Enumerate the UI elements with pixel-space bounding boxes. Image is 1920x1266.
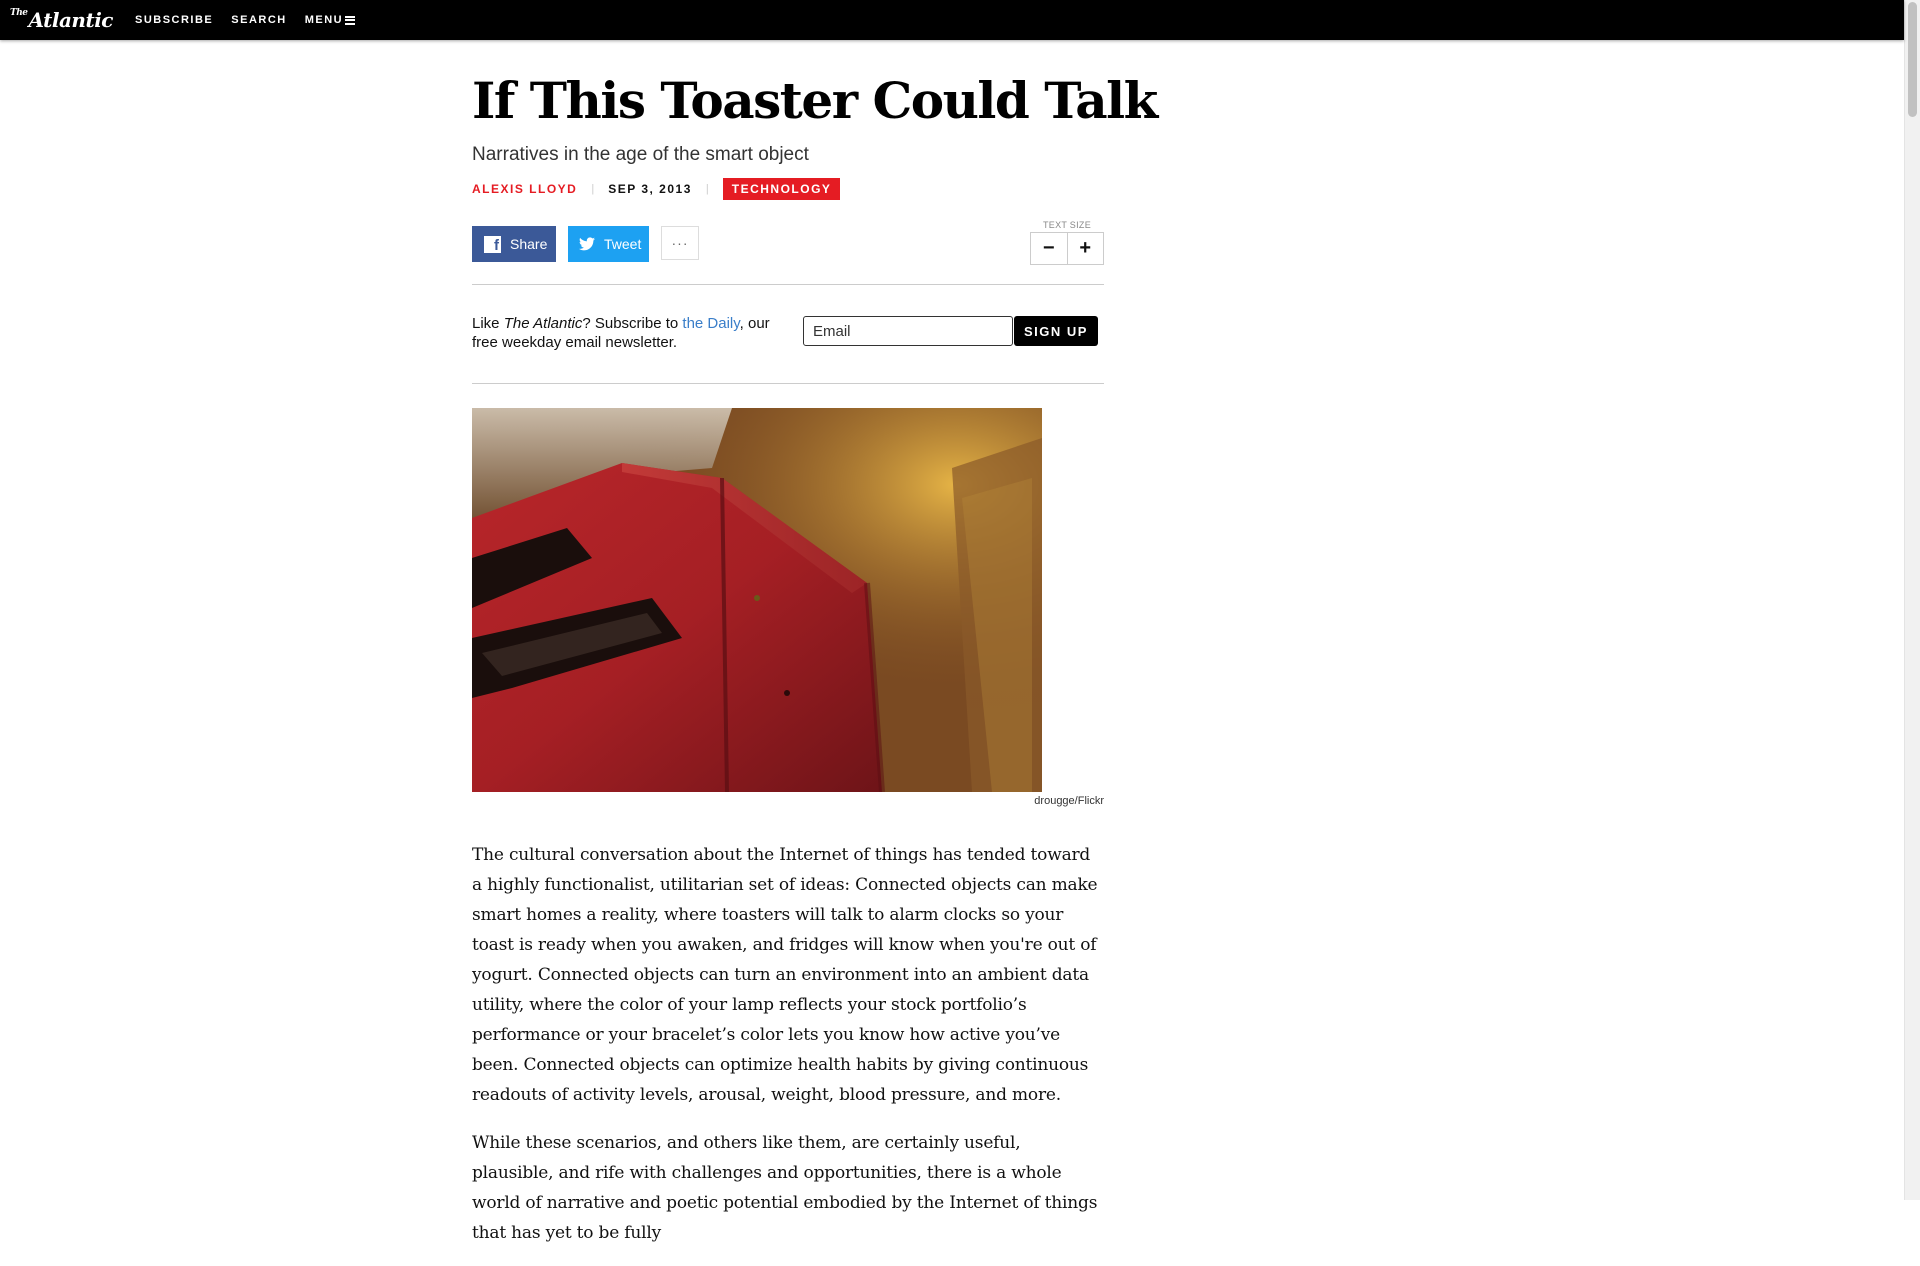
facebook-icon: f — [484, 235, 501, 253]
nav-menu-button[interactable]: MENU — [304, 14, 356, 26]
article-column: If This Toaster Could Talk Narratives in… — [472, 40, 1158, 1266]
newsletter-text-before: Like — [472, 315, 504, 332]
newsletter-signup-button[interactable]: SIGN UP — [1014, 316, 1098, 346]
nav-subscribe-link[interactable]: SUBSCRIBE — [135, 14, 213, 26]
more-share-options-button[interactable]: ··· — [661, 226, 699, 260]
image-credit: drougge/Flickr — [1034, 795, 1104, 807]
newsletter-prompt: Like The Atlantic? Subscribe to the Dail… — [472, 314, 792, 352]
nav-search-link[interactable]: SEARCH — [231, 14, 286, 26]
publish-date: SEP 3, 2013 — [608, 182, 692, 196]
lead-image-toaster — [472, 408, 1042, 792]
byline-divider: | — [705, 183, 709, 195]
twitter-tweet-label: Tweet — [604, 236, 642, 252]
section-badge[interactable]: TECHNOLOGY — [722, 178, 841, 200]
decrease-text-size-button[interactable]: − — [1031, 233, 1067, 264]
article-headline: If This Toaster Could Talk — [472, 71, 1158, 130]
facebook-share-button[interactable]: f Share — [472, 226, 556, 262]
author-link[interactable]: ALEXIS LLOYD — [472, 182, 577, 196]
article-dek: Narratives in the age of the smart objec… — [472, 144, 809, 165]
newsletter-email-input[interactable] — [803, 316, 1013, 346]
top-nav-bar: The Atlantic SUBSCRIBE SEARCH MENU — [0, 0, 1904, 40]
hamburger-icon — [345, 14, 356, 26]
logo-small-text: The — [10, 8, 28, 18]
text-size-label: TEXT SIZE — [1042, 220, 1092, 230]
toaster-photo — [472, 408, 1042, 792]
byline: ALEXIS LLOYD | SEP 3, 2013 | TECHNOLOGY — [472, 178, 1104, 200]
menu-label: MENU — [304, 14, 344, 26]
twitter-icon — [579, 237, 595, 251]
the-daily-link[interactable]: the Daily — [682, 315, 739, 332]
the-atlantic-logo[interactable]: The Atlantic — [10, 8, 113, 32]
newsletter-text-mid: ? Subscribe to — [582, 315, 683, 332]
newsletter-signup: Like The Atlantic? Subscribe to the Dail… — [472, 285, 1104, 383]
divider-rule — [472, 383, 1104, 384]
logo-main-text: Atlantic — [28, 8, 113, 32]
lead-figure: drougge/Flickr — [472, 408, 1104, 816]
newsletter-brand: The Atlantic — [503, 315, 583, 332]
share-toolbar: f Share Tweet ··· TEXT SIZE − + — [472, 208, 1104, 284]
text-size-buttons: − + — [1030, 232, 1104, 265]
byline-divider: | — [591, 183, 595, 195]
body-paragraph: The cultural conversation about the Inte… — [472, 845, 1098, 1105]
twitter-tweet-button[interactable]: Tweet — [568, 226, 649, 262]
increase-text-size-button[interactable]: + — [1066, 233, 1104, 264]
text-size-control: TEXT SIZE − + — [1030, 220, 1104, 265]
facebook-share-label: Share — [510, 236, 548, 252]
page-scrollbar[interactable] — [1904, 0, 1920, 1200]
body-paragraph: While these scenarios, and others like t… — [472, 1133, 1098, 1243]
article-body: The cultural conversation about the Inte… — [472, 840, 1104, 1248]
scrollbar-thumb[interactable] — [1908, 2, 1917, 117]
